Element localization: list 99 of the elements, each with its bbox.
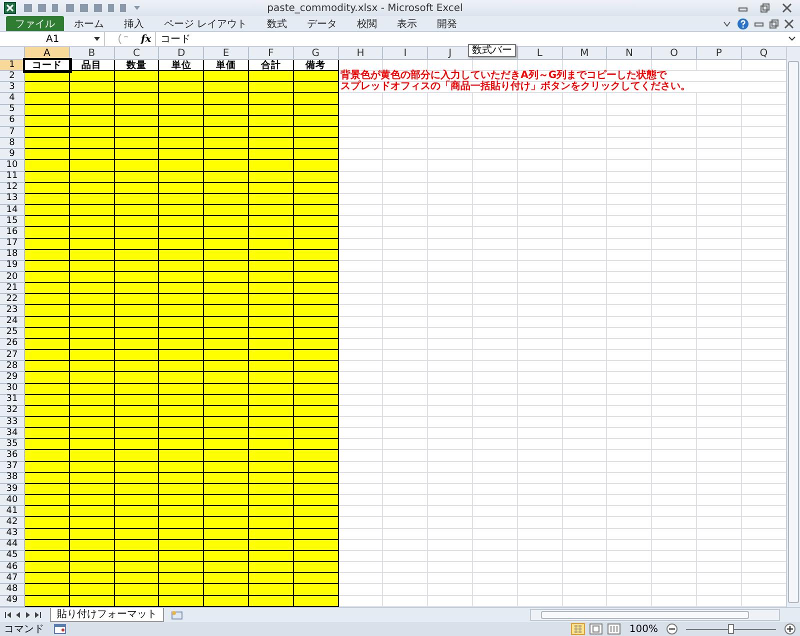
row-header[interactable]: 34 (0, 428, 25, 440)
close-icon[interactable] (782, 3, 792, 13)
ribbon-tab[interactable]: ホーム (64, 16, 114, 31)
note-text: スプレッドオフィスの「商品一括貼り付け」ボタンをクリックしてください。 (338, 82, 786, 94)
row-header[interactable]: 12 (0, 182, 25, 194)
ribbon-tab[interactable]: 校閲 (347, 16, 388, 31)
insert-sheet-icon[interactable] (170, 610, 184, 620)
row-header[interactable]: 40 (0, 495, 25, 506)
sheet-navigation-icon[interactable] (4, 611, 44, 619)
column-header[interactable]: M (562, 47, 608, 60)
row-header[interactable]: 33 (0, 417, 25, 428)
insert-function-button[interactable]: fx (141, 34, 152, 44)
row-header[interactable]: 30 (0, 384, 25, 395)
excel-logo-icon (4, 2, 16, 14)
row-header[interactable]: 36 (0, 450, 25, 462)
row-header[interactable]: 47 (0, 573, 25, 584)
row-header[interactable]: 25 (0, 328, 25, 339)
row-header[interactable]: 14 (0, 205, 25, 216)
row-header[interactable]: 35 (0, 439, 25, 450)
column-header[interactable]: G (294, 47, 339, 60)
column-header[interactable]: N (607, 47, 652, 60)
column-header[interactable]: P (696, 47, 742, 60)
zoom-in-icon[interactable] (784, 623, 796, 635)
row-header[interactable]: 13 (0, 194, 25, 206)
row-header[interactable]: 29 (0, 372, 25, 384)
column-header[interactable]: D (159, 47, 204, 60)
row-header[interactable]: 18 (0, 250, 25, 261)
row-header[interactable]: 41 (0, 506, 25, 518)
row-header[interactable]: 28 (0, 361, 25, 372)
column-header[interactable]: C (114, 47, 160, 60)
row-header[interactable]: 43 (0, 528, 25, 540)
zoom-level[interactable]: 100% (629, 624, 658, 634)
row-header[interactable]: 49 (0, 596, 25, 607)
column-header[interactable]: I (383, 47, 428, 60)
ribbon-tab[interactable]: データ (297, 16, 348, 31)
row-header[interactable]: 32 (0, 406, 25, 417)
row-header[interactable]: 22 (0, 294, 25, 306)
ribbon-tab[interactable]: 開発 (427, 16, 468, 31)
column-header[interactable]: O (652, 47, 697, 60)
row-header[interactable]: 21 (0, 283, 25, 294)
row-header[interactable]: 3 (0, 82, 25, 94)
zoom-out-icon[interactable] (666, 623, 678, 635)
window-title: paste_commodity.xlsx - Microsoft Excel (266, 2, 464, 14)
row-header[interactable]: 17 (0, 238, 25, 250)
row-header[interactable]: 38 (0, 472, 25, 484)
row-header[interactable]: 45 (0, 550, 25, 562)
column-header[interactable]: E (204, 47, 249, 60)
column-header[interactable]: L (518, 47, 563, 60)
page-layout-icon[interactable] (589, 623, 604, 635)
ribbon-tab[interactable]: 表示 (387, 16, 428, 31)
table-cell: コード (25, 60, 70, 72)
expand-icon[interactable] (788, 36, 796, 42)
row-header[interactable]: 31 (0, 394, 25, 406)
row-header[interactable]: 15 (0, 216, 25, 228)
name-box[interactable]: A1 (0, 32, 105, 46)
formula-controls-icon (117, 33, 129, 45)
column-header[interactable]: Q (742, 47, 786, 60)
row-header[interactable]: 19 (0, 260, 25, 272)
row-header[interactable]: 1 (0, 60, 25, 72)
row-header[interactable]: 23 (0, 305, 25, 317)
row-header[interactable]: 42 (0, 517, 25, 529)
ribbon-tab[interactable]: 挿入 (114, 16, 154, 31)
row-header[interactable]: 8 (0, 138, 25, 150)
ribbon-tab[interactable]: ページ レイアウト (154, 16, 258, 31)
row-header[interactable]: 6 (0, 116, 25, 127)
row-header[interactable]: 2 (0, 71, 25, 82)
page-break-icon[interactable] (607, 623, 622, 635)
status-mode: コマンド (4, 623, 44, 636)
file-tab[interactable]: ファイル (6, 16, 64, 31)
row-header[interactable]: 37 (0, 462, 25, 473)
ribbon-tab[interactable]: 数式 (257, 16, 298, 31)
column-header[interactable]: H (338, 47, 384, 60)
macro-record-icon[interactable] (54, 624, 66, 634)
row-header[interactable]: 7 (0, 126, 25, 138)
column-header[interactable]: B (70, 47, 115, 60)
sheet-tab[interactable]: 貼り付けフォーマット (50, 608, 164, 622)
row-header[interactable]: 46 (0, 562, 25, 574)
vertical-scrollbar[interactable] (786, 47, 800, 607)
zoom-slider-thumb[interactable] (728, 624, 734, 634)
column-header[interactable]: F (248, 47, 294, 60)
row-header[interactable]: 39 (0, 484, 25, 496)
row-header[interactable]: 24 (0, 316, 25, 328)
row-header[interactable]: 9 (0, 149, 25, 160)
normal-view-icon[interactable] (571, 623, 586, 635)
column-header[interactable]: J (428, 47, 473, 60)
row-header[interactable]: 4 (0, 93, 25, 105)
row-header[interactable]: 27 (0, 350, 25, 362)
close-icon[interactable] (784, 18, 794, 28)
row-header[interactable]: 48 (0, 584, 25, 596)
row-header[interactable]: 10 (0, 160, 25, 172)
help-icon[interactable] (737, 18, 749, 30)
row-header[interactable]: 26 (0, 338, 25, 350)
row-header[interactable]: 11 (0, 172, 25, 183)
row-header[interactable]: 20 (0, 272, 25, 284)
tooltip: 数式バー (468, 44, 516, 57)
row-header[interactable]: 5 (0, 104, 25, 116)
row-header[interactable]: 44 (0, 540, 25, 551)
horizontal-scrollbar[interactable] (530, 609, 780, 621)
row-header[interactable]: 16 (0, 227, 25, 238)
